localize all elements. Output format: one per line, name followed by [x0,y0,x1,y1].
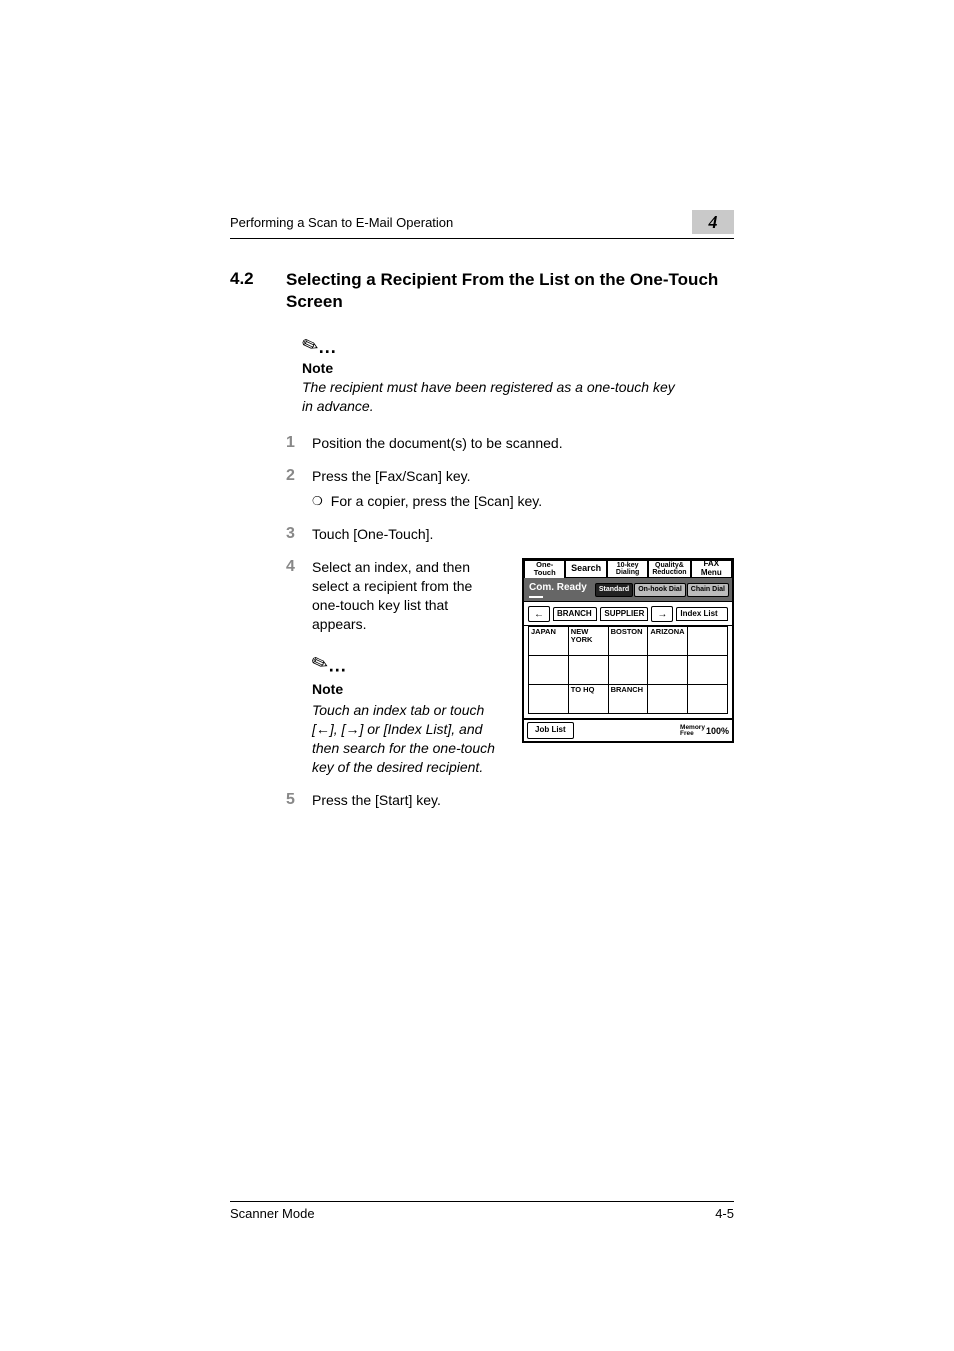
one-touch-key-empty[interactable] [688,685,728,714]
memory-free-indicator: Memory Free 100% [680,725,729,737]
section-number: 4.2 [230,269,272,313]
tab-search[interactable]: Search [565,560,606,578]
header-rule [230,238,734,239]
index-tab-branch[interactable]: BRANCH [553,607,597,621]
step-number: 3 [286,525,300,544]
one-touch-key-empty[interactable] [529,656,569,685]
one-touch-key[interactable]: ARIZONA [648,627,688,656]
step-text: Select an index, and then select a recip… [312,558,502,634]
note-text: The recipient must have been registered … [302,378,682,416]
tab-10key-dialing[interactable]: 10-key Dialing [607,560,648,578]
footer-page-number: 4-5 [715,1206,734,1221]
section-title: Selecting a Recipient From the List on t… [286,269,734,313]
step-number: 5 [286,791,300,810]
one-touch-key-empty[interactable] [568,656,608,685]
mode-standard-button[interactable]: Standard [595,583,633,597]
note-heading: Note [312,680,502,699]
one-touch-key[interactable]: TO HQ [568,685,608,714]
tab-quality-reduction[interactable]: Quality& Reduction [648,560,690,578]
index-list-button[interactable]: Index List [676,607,728,621]
step-text: Press the [Fax/Scan] key. [312,467,734,486]
one-touch-key-empty[interactable] [529,685,569,714]
step-number: 1 [286,434,300,453]
chapter-number-tab: 4 [692,210,734,234]
step-2: 2 Press the [Fax/Scan] key. ❍ For a copi… [286,467,734,511]
top-note: ✎... Note The recipient must have been r… [302,333,734,416]
step-3: 3 Touch [One-Touch]. [286,525,734,544]
note-heading: Note [302,360,734,376]
one-touch-key-empty[interactable] [648,656,688,685]
one-touch-key[interactable]: NEW YORK [568,627,608,656]
one-touch-key[interactable]: JAPAN [529,627,569,656]
step-text: Touch [One-Touch]. [312,525,734,544]
step-text: Press the [Start] key. [312,791,734,810]
job-list-button[interactable]: Job List [527,722,574,739]
one-touch-screen-figure: One-Touch Search 10-key Dialing Quality&… [522,558,734,743]
running-head: Performing a Scan to E-Mail Operation [230,215,453,230]
step-number: 4 [286,558,300,777]
step-5: 5 Press the [Start] key. [286,791,734,810]
one-touch-key-empty[interactable] [688,627,728,656]
note-text: Touch an index tab or touch [←], [→] or … [312,701,502,777]
step-text: Position the document(s) to be scanned. [312,434,734,453]
substep-text: For a copier, press the [Scan] key. [331,492,542,511]
mode-on-hook-dial-button[interactable]: On-hook Dial [634,583,686,597]
one-touch-key-empty[interactable] [688,656,728,685]
one-touch-key[interactable]: BRANCH [608,685,648,714]
bullet-icon: ❍ [312,492,323,511]
step-1: 1 Position the document(s) to be scanned… [286,434,734,453]
step-number: 2 [286,467,300,511]
tab-fax-menu[interactable]: FAX Menu [691,560,732,578]
mode-chain-dial-button[interactable]: Chain Dial [687,583,729,597]
one-touch-key[interactable]: BOSTON [608,627,648,656]
one-touch-key-empty[interactable] [648,685,688,714]
step-4: 4 Select an index, and then select a rec… [286,558,734,777]
status-com-ready: Com. Ready [524,578,595,602]
index-left-button[interactable]: ← [528,606,550,622]
step-4-note: ✎... Note Touch an index tab or touch [←… [312,651,502,776]
footer-left: Scanner Mode [230,1206,315,1221]
tab-one-touch[interactable]: One-Touch [524,560,565,578]
index-tab-supplier[interactable]: SUPPLIER [600,607,648,621]
index-right-button[interactable]: → [651,606,673,622]
one-touch-key-empty[interactable] [608,656,648,685]
